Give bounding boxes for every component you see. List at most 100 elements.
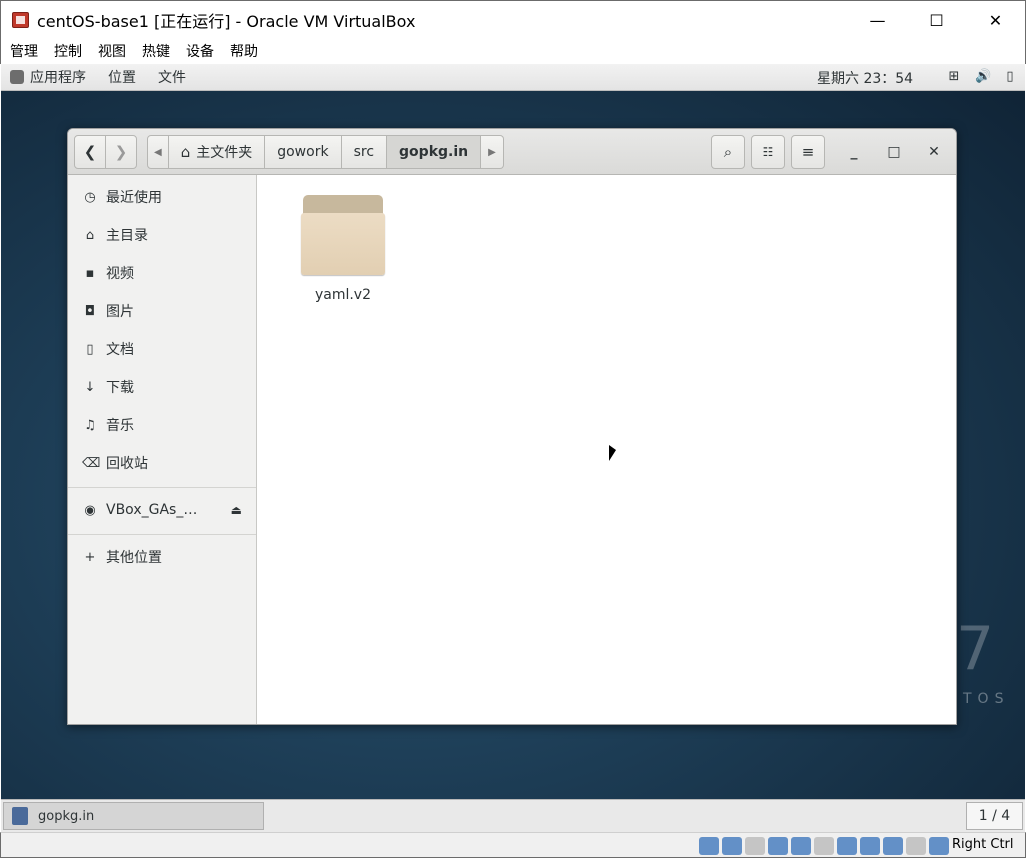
sidebar-item-music[interactable]: ♫ 音乐 — [68, 406, 256, 444]
back-button[interactable]: ❮ — [74, 135, 106, 169]
file-view[interactable]: yaml.v2 — [257, 175, 956, 724]
search-icon: ⌕ — [723, 143, 733, 161]
host-window-title: centOS-base1 [正在运行] - Oracle VM VirtualB… — [37, 11, 416, 31]
sidebar-divider — [68, 534, 256, 535]
close-icon: ✕ — [988, 10, 1003, 30]
folder-item[interactable]: yaml.v2 — [300, 195, 386, 303]
sidebar-item-pictures[interactable]: ◘ 图片 — [68, 292, 256, 330]
clock-icon: ◷ — [84, 189, 96, 205]
forward-button[interactable]: ❯ — [105, 135, 137, 169]
clock[interactable]: 星期六 23：54 — [817, 68, 913, 88]
volume-icon: 🔊 — [975, 69, 992, 84]
sidebar-item-other-locations[interactable]: + 其他位置 — [68, 538, 256, 576]
sidebar-label-videos: 视频 — [106, 266, 134, 282]
folder-icon — [301, 195, 385, 277]
path-bar: ◀ ⌂ 主文件夹 gowork src gopkg.in ▶ — [147, 135, 504, 169]
taskbar-window-button[interactable]: gopkg.in — [3, 802, 264, 830]
path-gowork[interactable]: gowork — [265, 135, 342, 169]
window-maximize-button[interactable]: □ — [881, 139, 907, 165]
menu-help[interactable]: 帮助 — [230, 41, 258, 61]
menu-button[interactable]: ≡ — [791, 135, 825, 169]
menu-devices[interactable]: 设备 — [186, 41, 214, 61]
sidebar-label-other: 其他位置 — [106, 550, 162, 566]
sidebar-label-pictures: 图片 — [106, 304, 134, 320]
optical-drive-icon[interactable] — [722, 837, 742, 855]
host-titlebar: centOS-base1 [正在运行] - Oracle VM VirtualB… — [0, 0, 1026, 38]
sidebar-item-recent[interactable]: ◷ 最近使用 — [68, 178, 256, 216]
keyboard-icon[interactable] — [929, 837, 949, 855]
chevron-left-icon: ❮ — [83, 143, 97, 161]
menu-view[interactable]: 视图 — [98, 41, 126, 61]
workspace-indicator[interactable]: 1 / 4 — [966, 802, 1023, 830]
download-icon: ↓ — [84, 379, 96, 395]
network-adapter-icon[interactable] — [768, 837, 788, 855]
sidebar-label-music: 音乐 — [106, 418, 134, 434]
minimize-button[interactable]: — — [848, 1, 907, 39]
cpu-icon[interactable] — [883, 837, 903, 855]
caret-left-icon: ◀ — [154, 146, 162, 158]
host-key-label: Right Ctrl — [952, 837, 1014, 852]
path-home[interactable]: ⌂ 主文件夹 — [168, 135, 266, 169]
sidebar-label-documents: 文档 — [106, 342, 134, 358]
sidebar-item-videos[interactable]: ▪ 视频 — [68, 254, 256, 292]
hard-disk-icon[interactable] — [699, 837, 719, 855]
chevron-right-icon: ❯ — [114, 143, 128, 161]
menu-manage[interactable]: 管理 — [10, 41, 38, 61]
path-gowork-label: gowork — [277, 144, 329, 160]
sidebar-item-device[interactable]: ◉ VBox_GAs_… ⏏ — [68, 491, 256, 529]
sidebar-label-device: VBox_GAs_… — [106, 502, 198, 518]
maximize-icon: □ — [887, 144, 901, 160]
files-label: 文件 — [158, 70, 186, 86]
minimize-icon: _ — [850, 144, 858, 160]
virtualbox-statusbar: Right Ctrl — [0, 832, 1026, 858]
audio-icon[interactable] — [745, 837, 765, 855]
sidebar-label-downloads: 下载 — [106, 380, 134, 396]
close-icon: ✕ — [928, 144, 940, 160]
places-menu[interactable]: 位置 — [108, 67, 136, 87]
eject-icon[interactable]: ⏏ — [231, 503, 242, 517]
taskbar-window-label: gopkg.in — [38, 808, 95, 824]
sidebar-label-trash: 回收站 — [106, 456, 148, 472]
sidebar: ◷ 最近使用 ⌂ 主目录 ▪ 视频 ◘ 图片 ▯ 文档 ↓ 下载 ♫ 音乐 ⌫ 回收站 ◉ VB… — [68, 175, 257, 724]
display-icon[interactable] — [837, 837, 857, 855]
mouse-integration-icon[interactable] — [906, 837, 926, 855]
camera-icon: ◘ — [84, 303, 96, 319]
centos-watermark-text: TOS — [963, 691, 1010, 707]
menu-hotkey[interactable]: 热键 — [142, 41, 170, 61]
close-button[interactable]: ✕ — [966, 1, 1025, 39]
folder-name: yaml.v2 — [314, 287, 372, 303]
system-status[interactable]: ⊞ 🔊 ▯ — [947, 69, 1017, 85]
video-icon: ▪ — [85, 265, 95, 281]
centos-watermark-number: 7 — [956, 614, 995, 684]
list-view-icon: ☷ — [762, 145, 774, 159]
window-close-button[interactable]: ✕ — [921, 139, 947, 165]
path-src[interactable]: src — [341, 135, 388, 169]
applications-label: 应用程序 — [30, 70, 86, 86]
maximize-button[interactable]: ☐ — [907, 1, 966, 39]
applications-menu[interactable]: 应用程序 — [10, 67, 86, 87]
mouse-pointer-icon — [609, 445, 616, 461]
path-scroll-right[interactable]: ▶ — [481, 135, 504, 169]
sidebar-item-documents[interactable]: ▯ 文档 — [68, 330, 256, 368]
view-toggle-button[interactable]: ☷ — [751, 135, 785, 169]
files-menu[interactable]: 文件 — [158, 67, 186, 87]
minimize-icon: — — [869, 10, 886, 30]
video-capture-icon[interactable] — [860, 837, 880, 855]
sidebar-item-home[interactable]: ⌂ 主目录 — [68, 216, 256, 254]
sidebar-item-downloads[interactable]: ↓ 下载 — [68, 368, 256, 406]
menu-control[interactable]: 控制 — [54, 41, 82, 61]
sidebar-item-trash[interactable]: ⌫ 回收站 — [68, 444, 256, 482]
usb-icon[interactable] — [791, 837, 811, 855]
shared-folders-icon[interactable] — [814, 837, 834, 855]
search-button[interactable]: ⌕ — [711, 135, 745, 169]
host-menubar: 管理 控制 视图 热键 设备 帮助 — [0, 38, 1026, 64]
guest-desktop: 应用程序 位置 文件 星期六 23：54 ⊞ 🔊 ▯ 7 TOS ❮ ❯ ◀ ⌂… — [1, 64, 1025, 799]
sidebar-divider — [68, 487, 256, 488]
window-minimize-button[interactable]: _ — [841, 139, 867, 165]
path-scroll-left[interactable]: ◀ — [147, 135, 169, 169]
file-manager-window: ❮ ❯ ◀ ⌂ 主文件夹 gowork src gopkg.in ▶ ⌕ ☷ ≡… — [67, 128, 957, 725]
path-gopkg[interactable]: gopkg.in — [387, 135, 482, 169]
home-icon: ⌂ — [180, 143, 191, 161]
path-home-label: 主文件夹 — [196, 145, 253, 161]
battery-icon: ▯ — [1006, 69, 1014, 84]
